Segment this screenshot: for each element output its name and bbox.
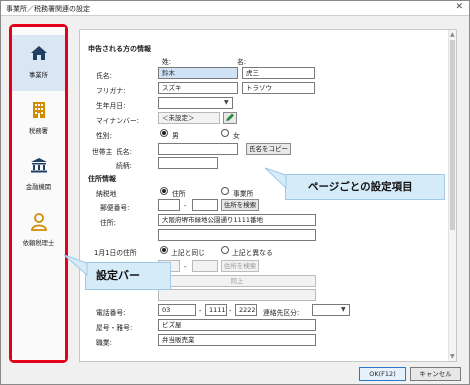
occupation-input[interactable]: 弁当販売業 — [158, 334, 316, 346]
postal-code-2-input[interactable] — [192, 199, 218, 211]
gender-female-label: 女 — [233, 132, 240, 140]
householder-name-label: 氏名: — [116, 148, 132, 156]
birthday-select[interactable] — [158, 97, 233, 109]
scroll-up-icon[interactable]: ▲ — [450, 31, 455, 38]
pencil-icon — [226, 113, 234, 121]
cancel-button[interactable]: キャンセル — [410, 367, 461, 381]
tax-place-office-label: 事業所 — [233, 190, 254, 198]
vertical-scrollbar[interactable]: ▲ ▼ — [448, 30, 456, 361]
furigana-mei-input[interactable]: トラゾウ — [242, 82, 315, 94]
phone-label: 電話番号: — [96, 309, 126, 317]
phone-3-input[interactable]: 2222 — [235, 304, 257, 316]
name-label: 氏名: — [96, 72, 112, 80]
sidebar-item-label: 依頼税理士 — [22, 240, 55, 247]
phone-separator-2: - — [229, 307, 232, 315]
jan1-same-radio[interactable] — [160, 246, 168, 254]
jan1-address-label: 1月1日の住所 — [94, 249, 137, 257]
address-input[interactable]: 大阪府堺市緑地公園通り1111番地 — [158, 214, 316, 226]
postal-label: 郵便番号: — [100, 204, 130, 212]
jan1-address-line2-input — [158, 289, 316, 301]
settings-bar-callout-pointer — [63, 254, 88, 277]
name-sei-input[interactable]: 鈴木 — [158, 67, 238, 79]
contact-type-label: 連絡先区分: — [263, 309, 300, 317]
mynumber-edit-button[interactable] — [223, 112, 237, 124]
furigana-label: フリガナ: — [96, 87, 126, 95]
postal-code-1-input[interactable] — [158, 199, 180, 211]
sei-caption: 姓: — [162, 58, 172, 66]
settings-bar-callout: 設定バー — [85, 262, 171, 290]
sidebar-item-bank[interactable]: 金融機関 — [12, 147, 65, 203]
applicant-section-header: 申告される方の情報 — [88, 45, 151, 53]
address-label: 住所: — [100, 219, 116, 227]
building-icon — [32, 101, 46, 121]
sidebar-item-label: 金融機関 — [25, 184, 52, 191]
gender-female-radio[interactable] — [221, 129, 229, 137]
jan1-different-label: 上記と異なる — [232, 249, 273, 257]
scroll-down-icon[interactable]: ▼ — [450, 353, 455, 360]
sidebar-item-label: 事業所 — [29, 72, 48, 79]
settings-window: 事業所／税務署関連の設定 ✕ 事業所 税務署 金融機関 依頼税理士 ▲ ▼ 申告… — [0, 0, 470, 385]
gender-label: 性別: — [96, 132, 112, 140]
householder-name-input[interactable] — [158, 143, 238, 155]
jan1-same-label: 上記と同じ — [171, 249, 205, 257]
sidebar-item-tax-office[interactable]: 税務署 — [12, 91, 65, 147]
sidebar-item-office[interactable]: 事業所 — [12, 35, 65, 91]
postal-separator: - — [184, 202, 187, 210]
phone-1-input[interactable]: 03 — [158, 304, 196, 316]
furigana-sei-input[interactable]: スズキ — [158, 82, 238, 94]
bank-icon — [30, 157, 48, 175]
copy-name-button[interactable]: 氏名をコピー — [246, 143, 291, 155]
home-icon — [30, 45, 48, 63]
tax-place-address-label: 住所 — [172, 190, 186, 198]
scroll-thumb[interactable] — [450, 40, 455, 230]
person-icon — [30, 213, 47, 233]
window-title: 事業所／税務署関連の設定 — [6, 5, 90, 13]
sidebar-item-tax-accountant[interactable]: 依頼税理士 — [12, 203, 65, 259]
settings-bar: 事業所 税務署 金融機関 依頼税理士 — [12, 27, 65, 360]
relation-label: 続柄: — [116, 162, 132, 170]
ok-button[interactable]: OK(F12) — [359, 367, 406, 381]
shop-name-label: 屋号・雅号: — [96, 324, 133, 332]
chevron-down-icon[interactable]: ▼ — [341, 306, 346, 313]
address-line2-input[interactable] — [158, 229, 316, 241]
mynumber-field: ＜未設定＞ — [158, 112, 220, 124]
tax-place-office-radio[interactable] — [221, 187, 229, 195]
mynumber-label: マイナンバー: — [96, 117, 139, 125]
phone-separator-1: - — [199, 307, 202, 315]
gender-male-radio[interactable] — [160, 129, 168, 137]
gender-male-label: 男 — [172, 132, 179, 140]
jan1-search-address-button: 住所を検索 — [221, 260, 259, 272]
birthday-label: 生年月日: — [96, 102, 126, 110]
jan1-postal-2-input — [192, 260, 218, 272]
chevron-down-icon[interactable]: ▼ — [224, 99, 229, 106]
close-icon[interactable]: ✕ — [455, 2, 463, 12]
occupation-label: 職業: — [96, 339, 112, 347]
tax-place-address-radio[interactable] — [160, 187, 168, 195]
address-section-header: 住所情報 — [88, 175, 116, 183]
phone-2-input[interactable]: 1111 — [205, 304, 227, 316]
relation-input[interactable] — [158, 157, 218, 169]
jan1-different-radio[interactable] — [221, 246, 229, 254]
householder-label: 世帯主 — [92, 148, 113, 156]
tax-place-label: 納税地 — [96, 190, 117, 198]
page-items-callout: ページごとの設定項目 — [285, 174, 445, 200]
shop-name-input[interactable]: ビズ屋 — [158, 319, 316, 331]
jan1-postal-separator: - — [184, 263, 187, 271]
sidebar-item-label: 税務署 — [29, 128, 48, 135]
mei-caption: 名: — [237, 58, 247, 66]
title-bar: 事業所／税務署関連の設定 ✕ — [1, 1, 469, 16]
same-as-above-button: 同上 — [158, 275, 316, 287]
page-items-callout-pointer — [264, 167, 287, 190]
search-address-button[interactable]: 住所を検索 — [221, 199, 259, 211]
name-mei-input[interactable]: 虎三 — [242, 67, 315, 79]
